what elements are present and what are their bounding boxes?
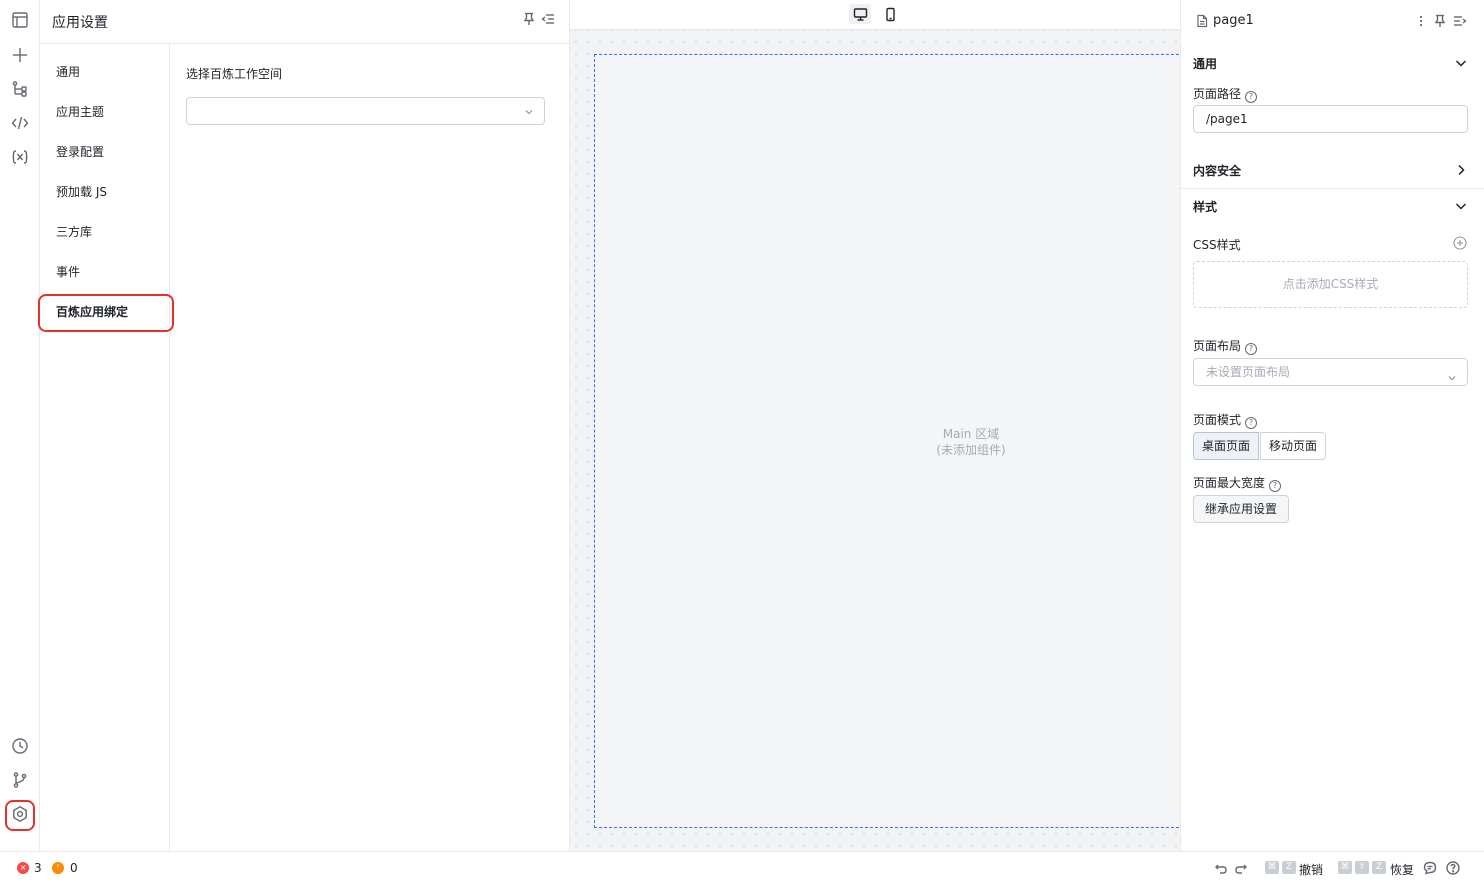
error-icon: × — [17, 862, 29, 874]
settings-panel-title: 应用设置 — [52, 15, 108, 31]
redo-icon[interactable] — [1234, 861, 1248, 875]
undo-label[interactable]: 撤销 — [1299, 861, 1323, 878]
warning-count[interactable]: 0 — [70, 861, 78, 875]
nav-item-events[interactable]: 事件 — [40, 254, 170, 290]
nav-item-theme[interactable]: 应用主题 — [40, 94, 170, 130]
nav-item-third-party-libs[interactable]: 三方库 — [40, 214, 170, 250]
page-path-label: 页面路径? — [1193, 85, 1258, 103]
pages-icon[interactable] — [9, 9, 31, 31]
shift-key: ⇧ — [1355, 861, 1369, 874]
status-bar: × 3 ! 0 ⌘ Z 撤销 ⌘ ⇧ Z 恢复 — [0, 851, 1484, 884]
general-section-title[interactable]: 通用 — [1193, 55, 1217, 72]
divider — [1181, 188, 1484, 189]
error-count[interactable]: 3 — [34, 861, 42, 875]
add-css-style-area[interactable]: 点击添加CSS样式 — [1193, 261, 1468, 308]
nav-item-general[interactable]: 通用 — [40, 54, 170, 90]
chevron-down-icon[interactable] — [1454, 199, 1468, 213]
chevron-down-icon — [1447, 366, 1457, 392]
page-path-input[interactable]: /page1 — [1193, 105, 1468, 133]
settings-content: 选择百炼工作空间 — [170, 44, 570, 851]
main-region[interactable]: Main 区域 (未添加组件) — [594, 54, 1194, 828]
help-icon[interactable] — [1446, 861, 1460, 875]
code-icon[interactable] — [9, 112, 31, 134]
pin-icon[interactable] — [1433, 14, 1447, 28]
cmd-key: ⌘ — [1265, 861, 1279, 874]
variables-icon[interactable] — [9, 146, 31, 168]
settings-nav: 通用 应用主题 登录配置 预加载 JS 三方库 事件 百炼应用绑定 — [38, 44, 174, 851]
help-icon: ? — [1245, 343, 1258, 355]
css-style-label: CSS样式 — [1193, 238, 1241, 252]
page-mode-label: 页面模式? — [1193, 411, 1258, 429]
page-name: page1 — [1213, 13, 1254, 28]
z-key: Z — [1282, 861, 1296, 874]
cmd-key: ⌘ — [1338, 861, 1352, 874]
redo-label[interactable]: 恢复 — [1390, 861, 1414, 878]
nav-item-login-config[interactable]: 登录配置 — [40, 134, 170, 170]
content-security-title[interactable]: 内容安全 — [1193, 162, 1241, 179]
component-tree-icon[interactable] — [9, 78, 31, 100]
collapse-panel-icon[interactable] — [1453, 14, 1467, 28]
page-layout-placeholder: 未设置页面布局 — [1206, 365, 1291, 379]
workspace-label: 选择百炼工作空间 — [186, 67, 283, 81]
mode-desktop-button[interactable]: 桌面页面 — [1193, 432, 1260, 460]
desktop-view-button[interactable] — [849, 4, 871, 24]
settings-highlight — [5, 800, 35, 831]
chevron-down-icon — [524, 106, 534, 120]
page-layout-select[interactable]: 未设置页面布局 — [1193, 358, 1468, 386]
mobile-icon — [885, 7, 895, 21]
history-icon[interactable] — [9, 735, 31, 757]
more-icon[interactable] — [1417, 14, 1425, 28]
style-section-title[interactable]: 样式 — [1193, 198, 1217, 215]
settings-panel-header: 应用设置 — [40, 0, 570, 44]
comment-icon[interactable] — [1423, 861, 1437, 875]
help-icon: ? — [1245, 417, 1258, 429]
file-icon — [1195, 14, 1209, 28]
inherit-app-settings-button[interactable]: 继承应用设置 — [1193, 495, 1290, 523]
device-toolbar — [570, 0, 1180, 30]
properties-panel: page1 通用 页面路径? /page1 内容安全 样式 CSS样式 点击添加… — [1180, 0, 1484, 851]
pin-icon[interactable] — [522, 12, 538, 28]
left-icon-rail — [0, 0, 40, 851]
add-css-icon[interactable] — [1453, 236, 1467, 250]
mode-mobile-button[interactable]: 移动页面 — [1260, 432, 1327, 460]
add-component-icon[interactable] — [9, 44, 31, 66]
help-icon: ? — [1269, 480, 1282, 492]
mobile-view-button[interactable] — [879, 4, 901, 24]
z-key: Z — [1372, 861, 1386, 874]
app-settings-panel: 应用设置 通用 应用主题 登录配置 预加载 JS 三方库 事件 百炼应用绑定 选… — [38, 0, 570, 851]
chevron-down-icon[interactable] — [1454, 56, 1468, 70]
page-layout-label: 页面布局? — [1193, 337, 1258, 355]
help-icon: ? — [1245, 91, 1258, 103]
chevron-right-icon[interactable] — [1454, 163, 1468, 177]
warning-icon: ! — [52, 862, 64, 874]
max-width-label: 页面最大宽度? — [1193, 474, 1282, 492]
canvas-area: Main 区域 (未添加组件) — [570, 0, 1194, 851]
collapse-panel-icon[interactable] — [541, 12, 557, 28]
workspace-select[interactable] — [186, 97, 545, 125]
bailian-binding-highlight — [38, 294, 174, 332]
nav-item-preload-js[interactable]: 预加载 JS — [40, 174, 170, 210]
desktop-icon — [853, 7, 867, 21]
undo-icon[interactable] — [1214, 861, 1228, 875]
git-branch-icon[interactable] — [9, 769, 31, 791]
